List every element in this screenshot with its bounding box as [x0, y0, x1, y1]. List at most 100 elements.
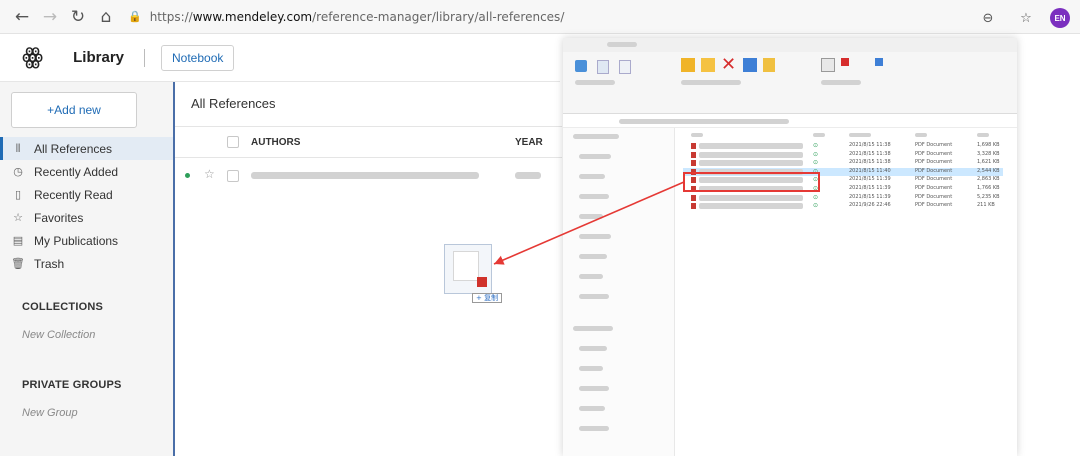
column-name-redacted[interactable]	[691, 133, 703, 137]
nav-item-redacted[interactable]	[579, 294, 609, 299]
nav-item-redacted[interactable]	[579, 174, 605, 179]
nav-item-redacted[interactable]	[579, 214, 603, 219]
sidebar-nav: ⫴ All References ◷ Recently Added ▯ Rece…	[0, 137, 173, 275]
file-size: 5,235 KB	[977, 193, 1000, 200]
column-year[interactable]: YEAR	[515, 137, 543, 148]
page-title: All References	[191, 96, 276, 111]
new-group-link[interactable]: New Group	[22, 407, 78, 419]
lock-icon: 🔒	[128, 10, 142, 23]
sync-status-icon: ⊙	[813, 159, 819, 167]
file-date: 2021/8/15 11:38	[849, 150, 891, 157]
copy-icon[interactable]	[597, 60, 609, 74]
select-all-icon[interactable]	[875, 58, 883, 66]
nav-item-redacted[interactable]	[579, 234, 611, 239]
file-explorer-window: ✕ ⊙ 2021/8/15 11:38 PDF Document 1,698 K…	[563, 38, 1017, 456]
file-size: 211 KB	[977, 202, 995, 209]
table-header: AUTHORS YEAR	[175, 126, 562, 158]
address-bar[interactable]: 🔒 https://www.mendeley.com/reference-man…	[128, 4, 564, 30]
pdf-file-icon	[691, 194, 696, 201]
mendeley-logo-icon[interactable]: ꙮ	[22, 45, 43, 70]
file-row[interactable]: ⊙ 2021/8/15 11:38 PDF Document 1,621 KB	[683, 159, 1003, 167]
copy-to-icon[interactable]	[701, 58, 715, 72]
move-to-icon[interactable]	[681, 58, 695, 72]
file-date: 2021/8/15 11:39	[849, 193, 891, 200]
sidebar-item-all-references[interactable]: ⫴ All References	[0, 137, 173, 160]
back-icon[interactable]: ←	[8, 3, 36, 31]
star-icon[interactable]: ☆	[204, 167, 215, 181]
pdf-file-icon	[691, 143, 696, 149]
browser-toolbar: ← → ↻ ⌂ 🔒 https://www.mendeley.com/refer…	[0, 0, 1080, 34]
file-size: 1,766 KB	[977, 185, 1000, 191]
add-new-button[interactable]: +Add new	[11, 92, 137, 128]
delete-icon[interactable]: ✕	[721, 54, 736, 75]
nav-item-redacted[interactable]	[579, 366, 603, 371]
file-size: 3,328 KB	[977, 150, 1000, 157]
sidebar-item-label: All References	[34, 141, 113, 156]
notebook-button[interactable]: Notebook	[161, 44, 235, 71]
file-row[interactable]: ⊙ 2021/8/15 11:38 PDF Document 1,698 KB	[683, 142, 1003, 150]
file-name-redacted	[699, 203, 803, 210]
nav-item-redacted[interactable]	[579, 386, 609, 391]
row-authors-redacted	[251, 172, 479, 179]
sidebar-item-trash[interactable]: 🗑 Trash	[0, 252, 173, 275]
url-path: /reference-manager/library/all-reference…	[312, 9, 565, 24]
reload-icon[interactable]: ↻	[64, 3, 92, 31]
column-date-redacted[interactable]	[849, 133, 871, 137]
paste-icon[interactable]	[619, 60, 631, 74]
column-authors[interactable]: AUTHORS	[251, 137, 300, 148]
new-folder-icon[interactable]	[763, 58, 775, 72]
explorer-address-bar[interactable]	[563, 116, 1017, 128]
nav-item-redacted[interactable]	[579, 426, 609, 431]
table-row[interactable]: ☆	[175, 162, 562, 190]
explorer-ribbon: ✕	[563, 52, 1017, 114]
column-status-redacted[interactable]	[813, 133, 825, 137]
trash-icon: 🗑	[11, 257, 25, 270]
nav-item-redacted[interactable]	[579, 274, 603, 279]
sidebar-item-recently-added[interactable]: ◷ Recently Added	[0, 160, 173, 183]
publication-icon: ▤	[12, 234, 24, 247]
new-collection-link[interactable]: New Collection	[22, 329, 95, 341]
select-all-checkbox[interactable]	[227, 136, 239, 148]
file-date: 2021/8/15 11:39	[849, 185, 891, 191]
nav-item-redacted[interactable]	[579, 254, 607, 259]
pin-icon[interactable]	[575, 60, 587, 72]
row-year-redacted	[515, 172, 541, 179]
rename-icon[interactable]	[743, 58, 757, 72]
sidebar-item-label: My Publications	[34, 233, 119, 248]
file-row[interactable]: ⊙ 2021/9/26 22:46 PDF Document 211 KB	[683, 202, 1003, 210]
properties-icon[interactable]	[821, 58, 835, 72]
nav-item-redacted[interactable]	[579, 154, 611, 159]
url-protocol: https://	[149, 9, 193, 24]
star-icon: ☆	[13, 211, 23, 224]
file-type: PDF Document	[915, 150, 953, 157]
zoom-icon[interactable]: ⊖	[974, 4, 1002, 32]
favorite-icon[interactable]: ☆	[1012, 4, 1040, 32]
nav-item-redacted[interactable]	[579, 406, 605, 411]
row-checkbox[interactable]	[227, 170, 239, 182]
nav-item-redacted[interactable]	[573, 134, 619, 139]
explorer-nav-pane	[563, 128, 675, 456]
column-size-redacted[interactable]	[977, 133, 989, 137]
nav-item-redacted[interactable]	[579, 194, 609, 199]
sidebar-item-recently-read[interactable]: ▯ Recently Read	[0, 183, 173, 206]
file-row[interactable]: ⊙ 2021/8/15 11:39 PDF Document 5,235 KB	[683, 194, 1003, 202]
file-row[interactable]: ⊙ 2021/8/15 11:38 PDF Document 3,328 KB	[683, 151, 1003, 159]
clock-icon: ◷	[13, 165, 23, 178]
sidebar-item-my-publications[interactable]: ▤ My Publications	[0, 229, 173, 252]
bookmark-icon: ▯	[14, 188, 22, 201]
file-name-redacted	[699, 160, 803, 167]
column-type-redacted[interactable]	[915, 133, 927, 137]
home-icon[interactable]: ⌂	[92, 3, 120, 31]
explorer-title-redacted	[607, 42, 637, 47]
nav-item-redacted[interactable]	[579, 346, 607, 351]
library-icon: ⫴	[15, 141, 21, 155]
sidebar-item-favorites[interactable]: ☆ Favorites	[0, 206, 173, 229]
sync-status-icon: ⊙	[813, 202, 819, 210]
document-page-icon	[453, 251, 479, 281]
dragged-file-thumbnail	[444, 244, 492, 294]
open-icon[interactable]	[841, 58, 849, 66]
nav-item-redacted[interactable]	[573, 326, 613, 331]
sync-status-icon: ⊙	[813, 193, 819, 201]
profile-avatar[interactable]: EN	[1050, 8, 1070, 28]
forward-icon[interactable]: →	[36, 3, 64, 31]
